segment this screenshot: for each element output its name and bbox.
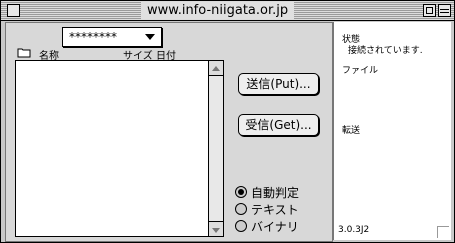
popup-arrow-icon (145, 34, 155, 40)
resize-grip-icon[interactable] (437, 226, 449, 238)
title-bar[interactable]: www.info-niigata.or.jp (1, 1, 454, 21)
mode-binary-label: バイナリ (251, 220, 299, 234)
scroll-down-arrow-icon[interactable] (209, 221, 223, 236)
directory-popup[interactable]: ******** (62, 27, 162, 47)
zoom-box[interactable] (423, 4, 436, 17)
radio-selected-icon (235, 186, 247, 198)
scroll-up-arrow-icon[interactable] (209, 61, 223, 76)
collapse-box[interactable] (438, 4, 451, 17)
folder-icon (17, 47, 31, 61)
ftp-window: www.info-niigata.or.jp ******** 名称 サイズ 日… (0, 0, 455, 243)
mode-auto-label: 自動判定 (251, 186, 300, 200)
directory-popup-value: ******** (69, 30, 117, 44)
mode-text-label: テキスト (251, 203, 299, 217)
file-list[interactable] (15, 60, 224, 237)
window-title: www.info-niigata.or.jp (141, 2, 295, 19)
close-box[interactable] (7, 4, 20, 17)
radio-unselected-icon (235, 220, 247, 232)
transfer-label: 転送 (342, 126, 361, 136)
mode-binary-radio[interactable]: バイナリ (235, 220, 299, 234)
radio-unselected-icon (235, 203, 247, 215)
state-value: 接続されています. (348, 46, 423, 56)
file-panel: ******** 名称 サイズ 日付 送信(Put)... 受信(Get)...… (5, 22, 333, 242)
vertical-scrollbar[interactable] (208, 61, 223, 236)
status-panel: 状態 接続されています. ファイル 転送 3.0.3J2 (333, 22, 451, 240)
mode-auto-radio[interactable]: 自動判定 (235, 186, 299, 200)
mode-text-radio[interactable]: テキスト (235, 203, 299, 217)
file-label: ファイル (342, 66, 379, 76)
version-label: 3.0.3J2 (338, 225, 370, 235)
get-button[interactable]: 受信(Get)... (238, 114, 319, 136)
put-button[interactable]: 送信(Put)... (238, 73, 319, 95)
